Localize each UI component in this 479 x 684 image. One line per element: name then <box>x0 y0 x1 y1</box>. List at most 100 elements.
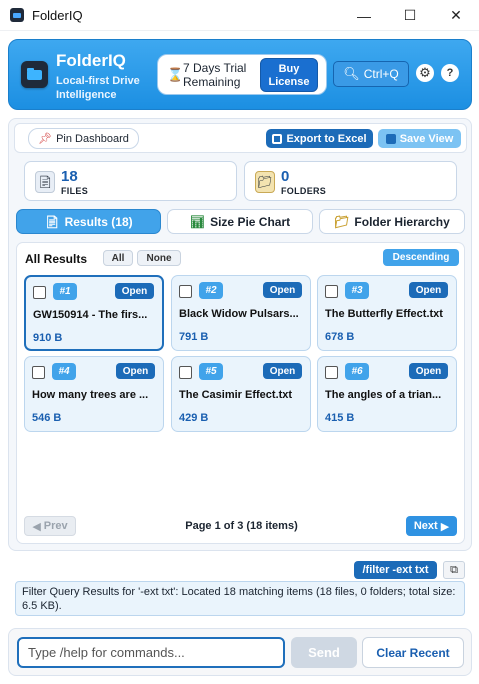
result-file-size: 791 B <box>179 331 209 343</box>
chevron-left-icon: ◀ <box>32 520 41 533</box>
sort-order-button[interactable]: Descending <box>383 249 459 266</box>
close-button[interactable]: ✕ <box>433 0 479 31</box>
document-icon: 📄︎ <box>44 214 60 229</box>
trial-status: ⌛ 7 Days Trial Remaining Buy License <box>157 54 327 95</box>
files-label: FILES <box>61 186 89 196</box>
open-file-button[interactable]: Open <box>409 363 448 379</box>
folders-count: 0 <box>281 168 290 185</box>
prev-page-button[interactable]: ◀ Prev <box>24 516 76 536</box>
dashboard-toolbar: 📌︎ Pin Dashboard Export to Excel Save Vi… <box>14 123 467 153</box>
app-logo-icon <box>10 8 24 22</box>
result-index-badge: #5 <box>199 363 223 380</box>
brand-subtitle: Local-first Drive Intelligence <box>56 75 140 101</box>
save-view-label: Save View <box>399 132 454 145</box>
result-file-name: Black Widow Pulsars... <box>179 308 299 320</box>
pagination: Page 1 of 3 (18 items) ◀ Prev Next ▶ <box>17 514 466 538</box>
next-page-button[interactable]: Next ▶ <box>406 516 457 536</box>
result-file-size: 546 B <box>32 412 62 424</box>
brand-title: FolderIQ <box>56 51 126 70</box>
tab-folder-hierarchy[interactable]: 📁︎ Folder Hierarchy <box>319 209 465 234</box>
pin-dashboard-label: Pin Dashboard <box>56 132 129 145</box>
command-response: Filter Query Results for '-ext txt': Loc… <box>15 581 465 616</box>
dashboard-panel: 📌︎ Pin Dashboard Export to Excel Save Vi… <box>8 118 472 551</box>
results-panel: All Results All None Descending #1 Open GW… <box>16 242 465 544</box>
excel-icon <box>272 133 283 144</box>
hourglass-icon: ⌛ <box>167 67 184 82</box>
folders-label: FOLDERS <box>281 186 327 196</box>
folders-stat-card: 📁︎ 0 FOLDERS <box>244 161 457 201</box>
result-index-badge: #6 <box>345 363 369 380</box>
result-card[interactable]: #1 Open GW150914 - The firs... 910 B <box>24 275 164 351</box>
buy-license-button[interactable]: Buy License <box>260 58 318 92</box>
result-index-badge: #3 <box>345 282 369 299</box>
result-checkbox[interactable] <box>33 286 46 299</box>
settings-gear-icon[interactable]: ⚙ <box>416 64 434 82</box>
tab-size-pie-chart[interactable]: 📊︎ Size Pie Chart <box>167 209 313 234</box>
help-button[interactable]: ? <box>441 64 459 82</box>
last-command-badge: /filter -ext txt <box>354 561 437 579</box>
result-checkbox[interactable] <box>325 285 338 298</box>
save-icon <box>385 133 396 144</box>
result-card[interactable]: #5 Open The Casimir Effect.txt 429 B <box>171 356 311 432</box>
result-card[interactable]: #6 Open The angles of a trian... 415 B <box>317 356 457 432</box>
result-card[interactable]: #2 Open Black Widow Pulsars... 791 B <box>171 275 311 351</box>
clear-recent-button[interactable]: Clear Recent <box>362 637 464 668</box>
search-shortcut-label: Ctrl+Q <box>363 67 399 81</box>
bar-chart-icon: 📊︎ <box>189 214 206 229</box>
tab-results[interactable]: 📄︎ Results (18) <box>16 209 161 234</box>
open-file-button[interactable]: Open <box>116 363 155 379</box>
quick-search-button[interactable]: 🔍︎ Ctrl+Q <box>333 61 409 87</box>
save-view-button[interactable]: Save View <box>378 129 461 148</box>
select-all-button[interactable]: All <box>103 250 133 266</box>
open-file-button[interactable]: Open <box>263 363 302 379</box>
result-index-badge: #2 <box>199 282 223 299</box>
select-none-button[interactable]: None <box>137 250 181 266</box>
result-file-name: The angles of a trian... <box>325 389 442 401</box>
pin-icon: 📌︎ <box>38 133 53 145</box>
command-input[interactable] <box>17 637 285 668</box>
export-excel-label: Export to Excel <box>286 132 367 145</box>
command-bar: Send Clear Recent <box>8 628 472 676</box>
files-stat-card: 📄︎ 18 FILES <box>24 161 237 201</box>
result-checkbox[interactable] <box>179 285 192 298</box>
app-header: FolderIQ Local-first Drive Intelligence … <box>8 39 472 110</box>
open-file-button[interactable]: Open <box>409 282 448 298</box>
window-title: FolderIQ <box>32 7 83 23</box>
copy-icon[interactable]: ⧉ <box>443 561 465 579</box>
open-file-button[interactable]: Open <box>263 282 302 298</box>
result-file-size: 910 B <box>33 332 63 344</box>
result-file-size: 429 B <box>179 412 209 424</box>
chevron-right-icon: ▶ <box>440 520 450 533</box>
send-button[interactable]: Send <box>291 637 357 668</box>
title-bar: FolderIQ — ☐ ✕ <box>0 0 479 31</box>
trial-text: 7 Days Trial Remaining <box>183 61 247 89</box>
maximize-button[interactable]: ☐ <box>387 0 433 31</box>
result-index-badge: #1 <box>53 283 77 300</box>
tab-pie-label: Size Pie Chart <box>210 214 291 229</box>
result-file-name: The Butterfly Effect.txt <box>325 308 443 320</box>
pin-dashboard-button[interactable]: 📌︎ Pin Dashboard <box>28 128 139 149</box>
files-count: 18 <box>61 168 78 185</box>
export-excel-button[interactable]: Export to Excel <box>266 129 373 148</box>
result-file-name: GW150914 - The firs... <box>33 309 148 321</box>
result-checkbox[interactable] <box>325 366 338 379</box>
search-icon: 🔍︎ <box>343 66 360 81</box>
result-file-size: 678 B <box>325 331 355 343</box>
open-file-button[interactable]: Open <box>115 283 154 299</box>
result-file-name: How many trees are ... <box>32 389 149 401</box>
result-card[interactable]: #3 Open The Butterfly Effect.txt 678 B <box>317 275 457 351</box>
folder-logo-icon <box>21 61 48 88</box>
result-card[interactable]: #4 Open How many trees are ... 546 B <box>24 356 164 432</box>
next-label: Next <box>413 520 438 532</box>
result-file-name: The Casimir Effect.txt <box>179 389 293 401</box>
page-info: Page 1 of 3 (18 items) <box>185 520 298 532</box>
tab-results-label: Results (18) <box>64 214 133 229</box>
result-file-size: 415 B <box>325 412 355 424</box>
result-checkbox[interactable] <box>179 366 192 379</box>
minimize-button[interactable]: — <box>341 0 387 31</box>
prev-label: Prev <box>43 520 68 532</box>
result-index-badge: #4 <box>52 363 76 380</box>
results-title: All Results <box>25 252 88 266</box>
folder-icon: 📁︎ <box>334 214 350 229</box>
result-checkbox[interactable] <box>32 366 45 379</box>
